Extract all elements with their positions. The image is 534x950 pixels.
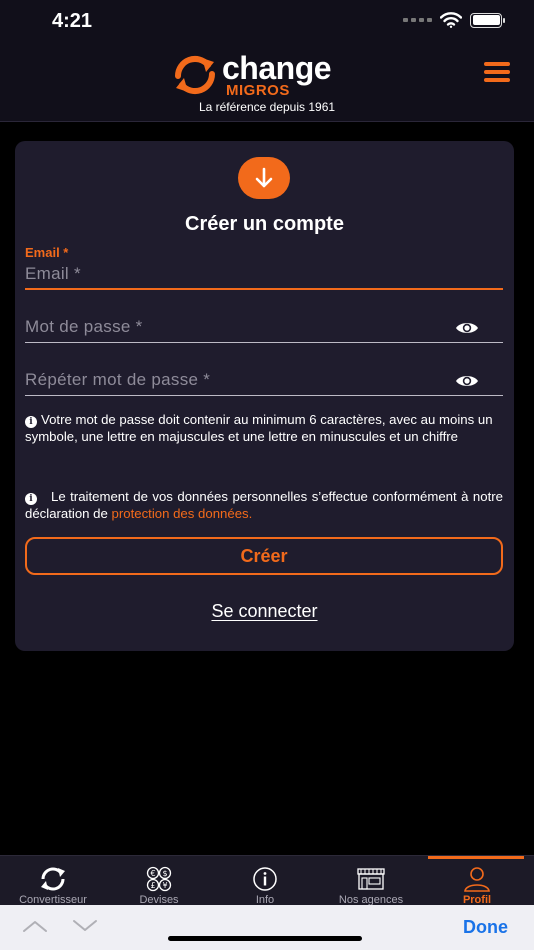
privacy-link[interactable]: protection des données. <box>112 506 253 521</box>
info-circle-icon: i <box>25 416 37 429</box>
done-button[interactable]: Done <box>463 917 508 938</box>
repeat-password-underline <box>25 395 503 396</box>
status-icons <box>403 12 505 28</box>
info-circle-icon: i <box>25 493 37 506</box>
svg-text:£: £ <box>150 881 155 890</box>
arrow-down-icon <box>255 167 273 188</box>
password-underline <box>25 342 503 343</box>
status-time: 4:21 <box>52 10 93 32</box>
store-icon <box>357 868 385 890</box>
password-hint-text: Votre mot de passe doit contenir au mini… <box>25 412 493 444</box>
svg-text:$: $ <box>162 869 167 878</box>
status-bar: 4:21 <box>0 0 534 44</box>
svg-text:¥: ¥ <box>162 881 167 890</box>
currencies-icon: € $ £ ¥ <box>146 866 172 892</box>
active-tab-indicator <box>428 856 524 859</box>
logo-subtitle: MIGROS <box>226 82 290 99</box>
info-icon <box>253 867 277 891</box>
form-title: Créer un compte <box>185 213 344 235</box>
repeat-password-field-group <box>25 366 503 398</box>
privacy-notice: i Le traitement de vos données personnell… <box>25 489 503 522</box>
arrow-down-button[interactable] <box>238 157 290 199</box>
change-migros-logo[interactable]: change MIGROS <box>172 50 362 99</box>
repeat-password-input[interactable] <box>25 368 455 392</box>
chevron-up-icon[interactable] <box>22 919 48 933</box>
svg-text:€: € <box>150 869 155 878</box>
tab-profil[interactable]: Profil <box>424 866 530 906</box>
chevron-down-icon[interactable] <box>72 919 98 933</box>
signup-card: Créer un compte Email * iVotre mot de pa… <box>15 141 514 651</box>
email-field-group: Email * <box>25 245 503 291</box>
logo-exchange-icon <box>174 55 216 95</box>
cellular-signal-icon <box>403 18 432 22</box>
password-input[interactable] <box>25 315 455 339</box>
tab-nos-agences[interactable]: Nos agences <box>318 866 424 906</box>
email-label: Email * <box>25 245 69 260</box>
tagline: La référence depuis 1961 <box>198 100 336 114</box>
eye-icon[interactable] <box>455 373 479 389</box>
home-indicator <box>168 936 362 941</box>
wifi-icon <box>440 12 462 28</box>
battery-icon <box>470 12 505 28</box>
bottom-tab-bar: Convertisseur € $ £ ¥ Devises Info Nos a… <box>0 855 534 906</box>
keyboard-accessory-bar: Done <box>0 905 534 950</box>
eye-icon[interactable] <box>455 320 479 336</box>
email-input[interactable] <box>25 262 503 286</box>
tab-info[interactable]: Info <box>212 866 318 906</box>
password-hint: i Votre mot de passe doit contenir au min… <box>25 412 503 445</box>
hamburger-menu-icon[interactable] <box>484 62 510 84</box>
refresh-icon <box>41 867 65 891</box>
app-header: change MIGROS La référence depuis 1961 <box>0 44 534 122</box>
tab-devises[interactable]: € $ £ ¥ Devises <box>106 866 212 906</box>
login-link[interactable]: Se connecter <box>15 601 514 622</box>
tab-convertisseur[interactable]: Convertisseur <box>0 866 106 906</box>
create-account-button[interactable]: Créer <box>25 537 503 575</box>
password-field-group <box>25 313 503 345</box>
privacy-notice-text: Le traitement de vos données personnelle… <box>25 489 503 521</box>
email-underline <box>25 288 503 290</box>
person-icon <box>464 867 490 892</box>
